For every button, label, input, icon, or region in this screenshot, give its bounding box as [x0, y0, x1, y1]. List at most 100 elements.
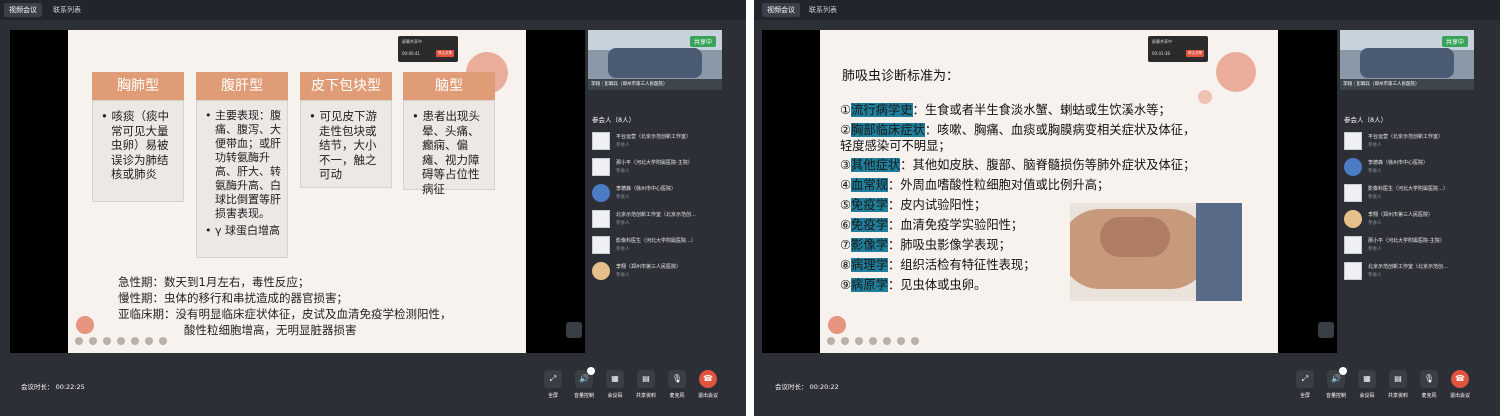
- collapse-panel-icon[interactable]: [1318, 322, 1334, 338]
- meeting-code-button[interactable]: ▦ 会议码: [601, 370, 629, 410]
- participant-item[interactable]: 北京示范创新工作室（北京示范创… 参会人: [1344, 260, 1476, 282]
- participant-name: 李翔（郑州市第三人民医院）: [1368, 212, 1434, 218]
- criterion-7: ⑦影像学：肺吸虫影像学表现；: [840, 238, 1011, 252]
- slide-tool-icon[interactable]: [145, 337, 153, 345]
- slide-tool-icon[interactable]: [883, 337, 891, 345]
- avatar: [1344, 210, 1362, 228]
- slide-tool-icon[interactable]: [855, 337, 863, 345]
- collapse-panel-icon[interactable]: [566, 322, 582, 338]
- participants-label: 参会人（8人）: [592, 116, 636, 124]
- microphone-icon: 🎙: [668, 370, 686, 388]
- meeting-code-button[interactable]: ▦ 会议码: [1353, 370, 1381, 410]
- control-label: 退出会议: [1449, 393, 1470, 399]
- volume-badge: ·: [587, 367, 595, 375]
- hangup-icon: ☎: [1451, 370, 1469, 388]
- participant-status: 参会人: [1368, 221, 1382, 226]
- participant-item[interactable]: 平台运营（北京示范创新工作室） 参会人: [1344, 130, 1476, 152]
- bottom-control-bar: 会议时长： 00:20:22 ⤢ 全屏 🔊 · 音量控制 ▦ 会议码 ▤ 共享资…: [754, 360, 1500, 416]
- phase-chronic: 慢性期：虫体的移行和串扰造成的器官损害；: [118, 291, 348, 305]
- card-body-chest: • 咳痰（痰中常可见大量虫卵）易被误诊为肺结核或肺炎: [92, 100, 184, 202]
- avatar: [592, 158, 610, 176]
- slide-tool-icon[interactable]: [89, 337, 97, 345]
- photo-lesion: [1100, 217, 1170, 257]
- avatar: [1344, 236, 1362, 254]
- participant-status: 参会人: [1368, 273, 1382, 278]
- tab-video-meeting[interactable]: 视频会议: [4, 3, 42, 17]
- share-files-button[interactable]: ▤ 共享资料: [632, 370, 660, 410]
- participant-name: 那小平（河北大学附属医院-主院）: [616, 160, 693, 166]
- participant-status: 参会人: [616, 221, 630, 226]
- participant-item[interactable]: 平台运营（北京示范创新工作室） 参会人: [592, 130, 724, 152]
- avatar: [1344, 158, 1362, 176]
- share-files-button[interactable]: ▤ 共享资料: [1384, 370, 1412, 410]
- avatar: [592, 236, 610, 254]
- slide-tool-icon[interactable]: [131, 337, 139, 345]
- participant-name: 李德森（徐州市中心医院）: [1368, 160, 1429, 166]
- thumb-audience: [608, 48, 702, 78]
- tab-video-meeting[interactable]: 视频会议: [762, 3, 800, 17]
- participant-item[interactable]: 影像科医生（河北大学附属医院…） 参会人: [592, 234, 724, 256]
- meeting-duration: 会议时长： 00:20:22: [775, 383, 839, 391]
- criterion-1: ①流行病学史：生食或者半生食淡水蟹、蝲蛄或生饮溪水等；: [840, 103, 1171, 117]
- fullscreen-button[interactable]: ⤢ 全屏: [1291, 370, 1319, 410]
- stop-share-button[interactable]: 停止共享: [436, 50, 454, 57]
- criterion-5: ⑤免疫学：皮内试验阳性；: [840, 198, 987, 212]
- leave-meeting-button[interactable]: ☎ 退出会议: [694, 370, 722, 410]
- card-title-abdomen: 腹肝型: [196, 72, 288, 100]
- participant-name: 平台运营（北京示范创新工作室）: [616, 134, 692, 140]
- microphone-button[interactable]: 🎙 麦克风: [1415, 370, 1443, 410]
- decor-circle: [1198, 90, 1212, 104]
- fullscreen-icon: ⤢: [1296, 370, 1314, 388]
- tab-contacts[interactable]: 联系列表: [804, 3, 842, 17]
- volume-button[interactable]: 🔊 · 音量控制: [570, 367, 598, 410]
- meeting-window-left: 视频会议 联系列表 屏幕共享中 00:00:41 停止共享 胸肺型 • 咳痰（痰…: [0, 0, 746, 416]
- card-title-brain: 脑型: [403, 72, 495, 100]
- stop-share-button[interactable]: 停止共享: [1186, 50, 1204, 57]
- participant-status: 参会人: [1368, 169, 1382, 174]
- file-icon: ▤: [1389, 370, 1407, 388]
- participant-item[interactable]: 李翔（郑州市第三人民医院） 参会人: [592, 260, 724, 282]
- microphone-button[interactable]: 🎙 麦克风: [663, 370, 691, 410]
- slide-tool-icon[interactable]: [869, 337, 877, 345]
- slide-tool-icon[interactable]: [103, 337, 111, 345]
- avatar: [592, 132, 610, 150]
- leave-meeting-button[interactable]: ☎ 退出会议: [1446, 370, 1474, 410]
- slide-tool-icon[interactable]: [897, 337, 905, 345]
- volume-button[interactable]: 🔊 · 音量控制: [1322, 367, 1350, 410]
- tab-contacts[interactable]: 联系列表: [48, 3, 86, 17]
- participant-name: 影像科医生（河北大学附属医院…）: [1368, 186, 1449, 192]
- video-thumbnail[interactable]: 共享中 李翔｜彭卿兵（郑州市第三人民医院）: [588, 30, 722, 90]
- phase-subclinical-cont: 酸性粒细胞增高，无明显脏器损害: [184, 323, 357, 337]
- participant-name: 影像科医生（河北大学附属医院…）: [616, 238, 697, 244]
- slide-tool-icon[interactable]: [911, 337, 919, 345]
- presentation-slide: 屏幕共享中 00:01:38 停止共享 肺吸虫诊断标准为： ①流行病学史：生食或…: [820, 30, 1278, 353]
- side-panel: 共享中 李翔｜彭卿兵（郑州市第三人民医院） 参会人（8人） 平台运营（北京示范创…: [588, 30, 728, 353]
- slide-tool-icon[interactable]: [159, 337, 167, 345]
- share-timer: 00:01:38: [1152, 51, 1170, 56]
- tab-bar: 视频会议 联系列表: [754, 0, 1500, 20]
- slide-tool-icon[interactable]: [75, 337, 83, 345]
- participant-item[interactable]: 北京示范创新工作室（北京示范创… 参会人: [592, 208, 724, 230]
- fullscreen-button[interactable]: ⤢ 全屏: [539, 370, 567, 410]
- hangup-icon: ☎: [699, 370, 717, 388]
- slide-tool-icon[interactable]: [117, 337, 125, 345]
- presentation-slide: 屏幕共享中 00:00:41 停止共享 胸肺型 • 咳痰（痰中常可见大量虫卵）易…: [68, 30, 526, 353]
- skin-lesion-photo: [1070, 203, 1242, 301]
- screen-share-popup: 屏幕共享中 00:01:38 停止共享: [1148, 36, 1208, 62]
- phase-subclinical: 亚临床期：没有明显临床症状体征，皮试及血清免疫学检测阳性，: [118, 307, 452, 321]
- participant-item[interactable]: 那小平（河北大学附属医院-主院） 参会人: [592, 156, 724, 178]
- participant-item[interactable]: 李德森（徐州市中心医院） 参会人: [592, 182, 724, 204]
- video-thumbnail[interactable]: 共享中 李翔｜彭卿兵（郑州市第三人民医院）: [1340, 30, 1474, 90]
- sharing-badge: 共享中: [1441, 36, 1468, 47]
- participant-item[interactable]: 李德森（徐州市中心医院） 参会人: [1344, 156, 1476, 178]
- participant-item[interactable]: 李翔（郑州市第三人民医院） 参会人: [1344, 208, 1476, 230]
- participant-name: 北京示范创新工作室（北京示范创…: [616, 212, 697, 218]
- participant-item[interactable]: 影像科医生（河北大学附属医院…） 参会人: [1344, 182, 1476, 204]
- qr-code-icon: ▦: [606, 370, 624, 388]
- criterion-9: ⑨病原学：见虫体或虫卵。: [840, 278, 987, 292]
- participant-item[interactable]: 那小平（河北大学附属医院-主院） 参会人: [1344, 234, 1476, 256]
- slide-tool-icon[interactable]: [841, 337, 849, 345]
- slide-tool-icon[interactable]: [827, 337, 835, 345]
- shared-screen: 屏幕共享中 00:01:38 停止共享 肺吸虫诊断标准为： ①流行病学史：生食或…: [762, 30, 1337, 353]
- participant-name: 那小平（河北大学附属医院-主院）: [1368, 238, 1445, 244]
